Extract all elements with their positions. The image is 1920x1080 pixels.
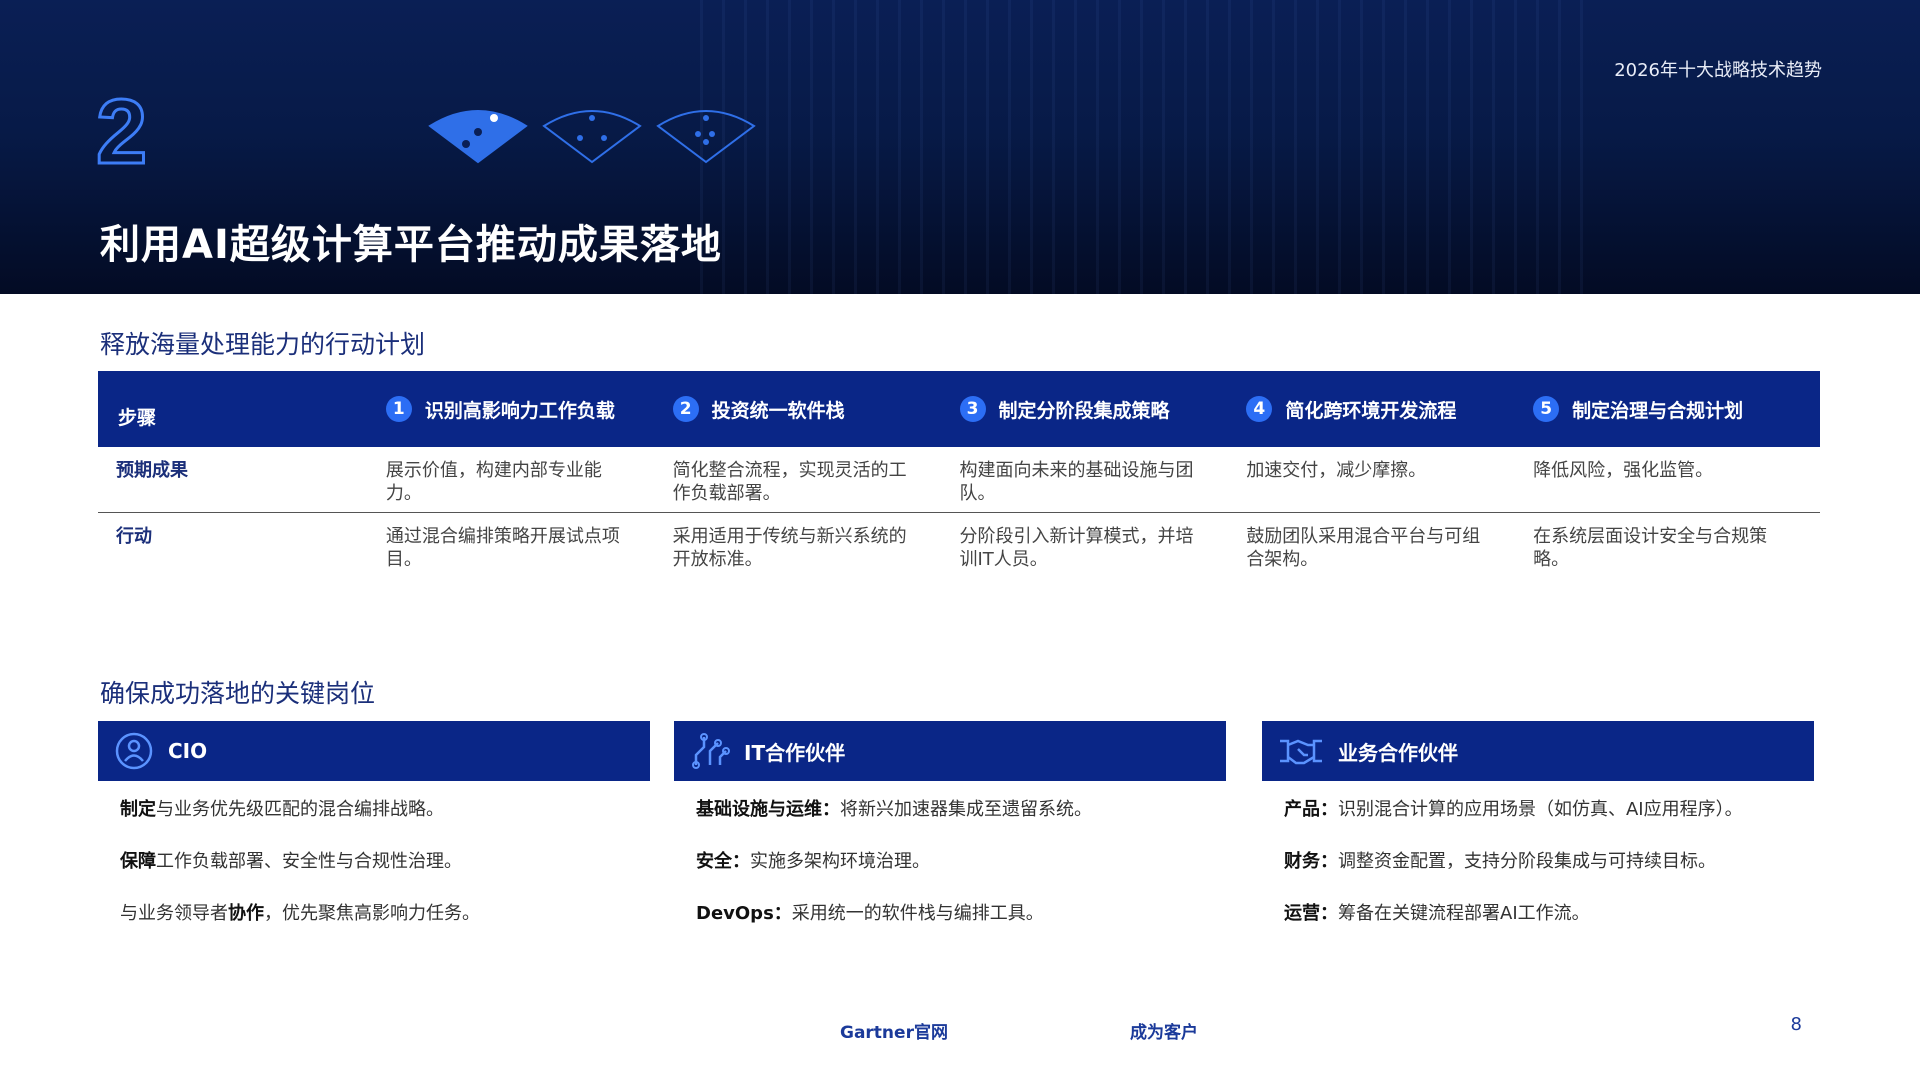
role-items: 制定与业务优先级匹配的混合编排战略。 保障工作负载部署、安全性与合规性治理。 与… bbox=[98, 781, 650, 951]
role-header: IT合作伙伴 bbox=[674, 721, 1226, 781]
person-icon bbox=[114, 731, 154, 771]
table-cell: 加速交付，减少摩擦。 bbox=[1246, 459, 1533, 512]
step-label: 投资统一软件栈 bbox=[712, 396, 845, 423]
step-2: 2 投资统一软件栈 bbox=[673, 396, 960, 423]
list-item: 制定与业务优先级匹配的混合编排战略。 bbox=[120, 795, 650, 847]
table-header-row: 步骤 1 识别高影响力工作负载 2 投资统一软件栈 3 制定分阶段集成策略 4 简化跨环… bbox=[98, 371, 1820, 447]
table-cell: 采用适用于传统与新兴系统的开放标准。 bbox=[673, 525, 960, 571]
step-number-icon: 2 bbox=[673, 396, 699, 422]
list-item: 安全：实施多架构环境治理。 bbox=[696, 847, 1226, 899]
fan-icons bbox=[426, 104, 758, 164]
role-items: 基础设施与运维：将新兴加速器集成至遗留系统。 安全：实施多架构环境治理。 Dev… bbox=[674, 781, 1226, 951]
step-number-icon: 4 bbox=[1246, 396, 1272, 422]
trend-number: 2 bbox=[96, 86, 147, 178]
table-row-actions: 行动 通过混合编排策略开展试点项目。 采用适用于传统与新兴系统的开放标准。 分阶… bbox=[98, 513, 1820, 571]
table-cell: 构建面向未来的基础设施与团队。 bbox=[959, 459, 1246, 512]
fan-icon-outline-1 bbox=[540, 104, 644, 164]
table-cell: 通过混合编排策略开展试点项目。 bbox=[386, 525, 673, 571]
table-row-outcomes: 预期成果 展示价值，构建内部专业能力。 简化整合流程，实现灵活的工作负载部署。 … bbox=[98, 447, 1820, 513]
table-cell: 分阶段引入新计算模式，并培训IT人员。 bbox=[959, 525, 1246, 571]
list-item: DevOps：采用统一的软件栈与编排工具。 bbox=[696, 899, 1226, 951]
role-header: CIO bbox=[98, 721, 650, 781]
list-item: 运营：筹备在关键流程部署AI工作流。 bbox=[1284, 899, 1814, 951]
circuit-icon bbox=[690, 731, 730, 771]
outcome-row-label: 预期成果 bbox=[98, 459, 386, 512]
fan-icon-filled bbox=[426, 104, 530, 164]
role-items: 产品：识别混合计算的应用场景（如仿真、AI应用程序）。 财务：调整资金配置，支持… bbox=[1262, 781, 1814, 951]
step-label: 制定分阶段集成策略 bbox=[999, 396, 1170, 423]
step-label: 制定治理与合规计划 bbox=[1572, 396, 1743, 423]
list-item: 与业务领导者协作，优先聚焦高影响力任务。 bbox=[120, 899, 650, 951]
trend-series-title: 2026年十大战略技术趋势 bbox=[1614, 56, 1822, 82]
gartner-site-link[interactable]: Gartner官网 bbox=[840, 1018, 948, 1043]
action-plan-table: 步骤 1 识别高影响力工作负载 2 投资统一软件栈 3 制定分阶段集成策略 4 简化跨环… bbox=[98, 371, 1820, 571]
step-number-icon: 1 bbox=[386, 396, 412, 422]
list-item: 产品：识别混合计算的应用场景（如仿真、AI应用程序）。 bbox=[1284, 795, 1814, 847]
step-1: 1 识别高影响力工作负载 bbox=[386, 396, 673, 423]
header-banner: 2026年十大战略技术趋势 2 bbox=[0, 0, 1920, 294]
role-card-business-partner: 业务合作伙伴 产品：识别混合计算的应用场景（如仿真、AI应用程序）。 财务：调整… bbox=[1262, 721, 1814, 951]
role-card-it-partner: IT合作伙伴 基础设施与运维：将新兴加速器集成至遗留系统。 安全：实施多架构环境… bbox=[674, 721, 1226, 951]
role-title: 业务合作伙伴 bbox=[1338, 737, 1458, 766]
list-item: 基础设施与运维：将新兴加速器集成至遗留系统。 bbox=[696, 795, 1226, 847]
key-roles-title: 确保成功落地的关键岗位 bbox=[100, 674, 375, 710]
table-cell: 展示价值，构建内部专业能力。 bbox=[386, 459, 673, 512]
role-title: IT合作伙伴 bbox=[744, 737, 845, 766]
action-plan-title: 释放海量处理能力的行动计划 bbox=[100, 325, 425, 361]
step-4: 4 简化跨环境开发流程 bbox=[1246, 396, 1533, 423]
list-item: 财务：调整资金配置，支持分阶段集成与可持续目标。 bbox=[1284, 847, 1814, 899]
step-row-label: 步骤 bbox=[98, 389, 386, 430]
role-card-cio: CIO 制定与业务优先级匹配的混合编排战略。 保障工作负载部署、安全性与合规性治… bbox=[98, 721, 650, 951]
action-row-label: 行动 bbox=[98, 525, 386, 571]
table-cell: 降低风险，强化监管。 bbox=[1533, 459, 1820, 512]
page-number: 8 bbox=[1791, 1014, 1802, 1035]
step-number-icon: 3 bbox=[960, 396, 986, 422]
table-cell: 在系统层面设计安全与合规策略。 bbox=[1533, 525, 1820, 571]
step-number-icon: 5 bbox=[1533, 396, 1559, 422]
list-item: 保障工作负载部署、安全性与合规性治理。 bbox=[120, 847, 650, 899]
step-5: 5 制定治理与合规计划 bbox=[1533, 396, 1820, 423]
step-label: 识别高影响力工作负载 bbox=[425, 396, 615, 423]
fan-icon-outline-2 bbox=[654, 104, 758, 164]
handshake-icon bbox=[1278, 733, 1324, 769]
page-title: 利用AI超级计算平台推动成果落地 bbox=[100, 212, 722, 270]
table-cell: 鼓励团队采用混合平台与可组合架构。 bbox=[1246, 525, 1533, 571]
step-label: 简化跨环境开发流程 bbox=[1285, 396, 1456, 423]
step-3: 3 制定分阶段集成策略 bbox=[960, 396, 1247, 423]
role-header: 业务合作伙伴 bbox=[1262, 721, 1814, 781]
table-cell: 简化整合流程，实现灵活的工作负载部署。 bbox=[673, 459, 960, 512]
role-title: CIO bbox=[168, 739, 207, 763]
become-client-link[interactable]: 成为客户 bbox=[1130, 1018, 1198, 1043]
